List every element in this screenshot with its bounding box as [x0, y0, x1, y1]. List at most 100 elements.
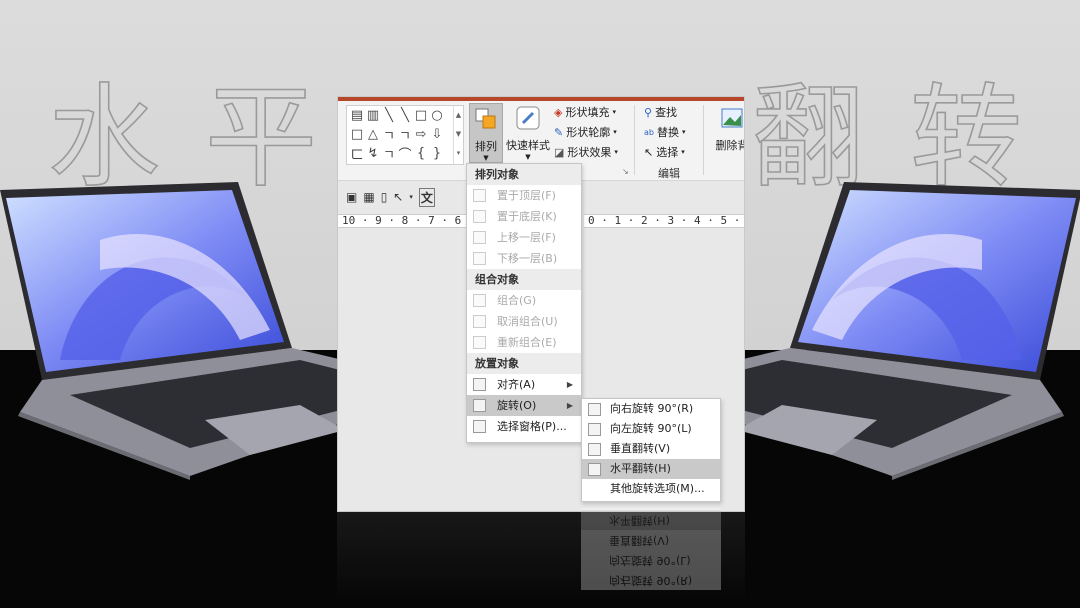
arrange-button[interactable]: 排列 ▼ [469, 103, 503, 163]
menu-item-label: 置于顶层(F) [497, 189, 556, 202]
effect-icon: ◪ [554, 145, 565, 159]
quick-style-button[interactable]: 快速样式 ▼ [506, 103, 550, 163]
chevron-down-icon: ▾ [681, 128, 686, 136]
menu-item-label: 其他旋转选项(M)... [610, 482, 705, 495]
shape-fill-button[interactable]: ◈ 形状填充 ▾ [554, 104, 616, 120]
group-divider [634, 105, 635, 175]
shape-icon[interactable]: □ [414, 108, 428, 123]
shape-effect-label: 形状效果 [567, 146, 612, 159]
shape-icon[interactable]: □ [350, 127, 364, 142]
menu-item-label: 向右旋转 90°(R) [610, 402, 694, 415]
text-box-icon[interactable]: ▣ [346, 190, 357, 204]
shape-icon[interactable]: ⇨ [414, 127, 428, 142]
quick-style-icon [516, 106, 540, 130]
regroup-icon [473, 336, 486, 349]
shape-icon[interactable]: } [430, 146, 444, 161]
reflection-item: 垂直翻转(V) [609, 534, 670, 547]
gallery-scroll-buttons[interactable]: ▲ ▼ ▾ [453, 106, 463, 164]
menu-item-label: 垂直翻转(V) [610, 442, 671, 455]
menu-item-group[interactable]: 组合(G) [467, 290, 581, 311]
replace-button[interactable]: ab 替换 ▾ [644, 124, 686, 140]
menu-item-flip-vertical[interactable]: 垂直翻转(V) [582, 439, 720, 459]
arrange-dropdown-menu: 排列对象 置于顶层(F) 置于底层(K) 上移一层(F) 下移一层(B) 组合对… [466, 163, 582, 443]
select-label: 选择 [656, 146, 679, 159]
delete-background-label: 删除背 [715, 139, 745, 152]
submenu-reflection: 向右旋转 90°(R) 向左旋转 90°(L) 垂直翻转(V) 水平翻转(H) [581, 508, 721, 590]
shape-icon[interactable]: ↯ [366, 146, 380, 161]
shape-icon[interactable]: ㄱ [382, 125, 396, 144]
menu-item-bring-forward[interactable]: 上移一层(F) [467, 227, 581, 248]
rotate-icon [473, 399, 486, 412]
shape-icon[interactable]: ㄱ [398, 125, 412, 144]
replace-icon: ab [644, 127, 654, 137]
find-label: 查找 [655, 106, 678, 119]
pointer-icon[interactable]: ↖ [393, 190, 403, 204]
shape-icon[interactable]: ㄈ [350, 144, 364, 163]
menu-item-bring-to-front[interactable]: 置于顶层(F) [467, 185, 581, 206]
chevron-down-icon: ▾ [614, 148, 618, 156]
menu-item-label: 上移一层(F) [497, 231, 556, 244]
flip-horizontal-icon [588, 463, 601, 476]
shape-row-2: □ △ ㄱ ㄱ ⇨ ⇩ [347, 125, 463, 144]
menu-item-label: 选择窗格(P)... [497, 420, 567, 433]
replace-label: 替换 [656, 126, 679, 139]
find-button[interactable]: ⚲ 查找 [644, 104, 677, 120]
dialog-launcher-icon[interactable]: ↘ [622, 167, 629, 176]
send-to-back-icon [473, 210, 486, 223]
page-icon[interactable]: ▯ [381, 190, 388, 204]
reflection-item: 向左旋转 90°(L) [609, 554, 691, 567]
menu-item-regroup[interactable]: 重新组合(E) [467, 332, 581, 353]
shape-outline-button[interactable]: ✎ 形状轮廓 ▾ [554, 124, 617, 140]
shape-icon[interactable]: ○ [430, 108, 444, 123]
menu-item-rotate-left[interactable]: 向左旋转 90°(L) [582, 419, 720, 439]
menu-item-rotate-right[interactable]: 向右旋转 90°(R) [582, 399, 720, 419]
menu-item-label: 水平翻转(H) [610, 462, 671, 475]
menu-item-rotate[interactable]: 旋转(O) ▶ [467, 395, 581, 416]
layout-icon[interactable]: ▦ [363, 190, 374, 204]
menu-item-label: 向左旋转 90°(L) [610, 422, 692, 435]
delete-background-button[interactable]: 删除背 [712, 103, 745, 163]
title-char-3: 翻 [751, 73, 865, 203]
pen-icon: ✎ [554, 125, 564, 139]
menu-item-ungroup[interactable]: 取消组合(U) [467, 311, 581, 332]
menu-item-label: 对齐(A) [497, 378, 536, 391]
menu-section-header: 放置对象 [467, 353, 581, 374]
chevron-down-icon[interactable]: ▾ [409, 193, 413, 201]
reflection-item: 向右旋转 90°(R) [609, 574, 693, 587]
shape-gallery[interactable]: ▤ ▥ ╲ ╲ □ ○ □ △ ㄱ ㄱ ⇨ ⇩ ㄈ ↯ ㄱ ⌒ { } ▲ ▼ … [346, 105, 464, 165]
menu-item-selection-pane[interactable]: 选择窗格(P)... [467, 416, 581, 437]
shape-fill-label: 形状填充 [565, 106, 610, 119]
menu-item-label: 旋转(O) [497, 399, 537, 412]
bring-forward-icon [473, 231, 486, 244]
shape-icon[interactable]: ▤ [350, 108, 364, 123]
select-button[interactable]: ↖ 选择 ▾ [644, 144, 685, 160]
menu-item-flip-horizontal[interactable]: 水平翻转(H) [582, 459, 720, 479]
shape-icon[interactable]: ㄱ [382, 144, 396, 163]
send-backward-icon [473, 252, 486, 265]
menu-item-label: 组合(G) [497, 294, 537, 307]
ungroup-icon [473, 315, 486, 328]
shape-icon[interactable]: ⌒ [398, 144, 412, 163]
menu-item-label: 重新组合(E) [497, 336, 557, 349]
shape-icon[interactable]: ⇩ [430, 127, 444, 142]
menu-item-align[interactable]: 对齐(A) ▶ [467, 374, 581, 395]
shape-effect-button[interactable]: ◪ 形状效果 ▾ [554, 144, 618, 160]
chevron-down-icon: ▼ [483, 154, 489, 162]
text-direction-icon[interactable]: 文 [418, 187, 435, 207]
picture-icon [721, 108, 743, 128]
shape-row-1: ▤ ▥ ╲ ╲ □ ○ [347, 106, 463, 125]
menu-item-more-rotation-options[interactable]: 其他旋转选项(M)... [582, 479, 720, 499]
menu-item-send-backward[interactable]: 下移一层(B) [467, 248, 581, 269]
submenu-arrow-icon: ▶ [566, 401, 573, 410]
shape-icon[interactable]: △ [366, 127, 380, 142]
shape-icon[interactable]: ▥ [366, 108, 380, 123]
shape-icon[interactable]: { [414, 146, 428, 161]
selection-pane-icon [473, 420, 486, 433]
shape-icon[interactable]: ╲ [398, 108, 412, 123]
menu-section-header: 组合对象 [467, 269, 581, 290]
shape-icon[interactable]: ╲ [382, 108, 396, 123]
chevron-down-icon: ▾ [613, 128, 617, 136]
flip-vertical-icon [588, 443, 601, 456]
cursor-icon: ↖ [644, 145, 654, 159]
menu-item-send-to-back[interactable]: 置于底层(K) [467, 206, 581, 227]
